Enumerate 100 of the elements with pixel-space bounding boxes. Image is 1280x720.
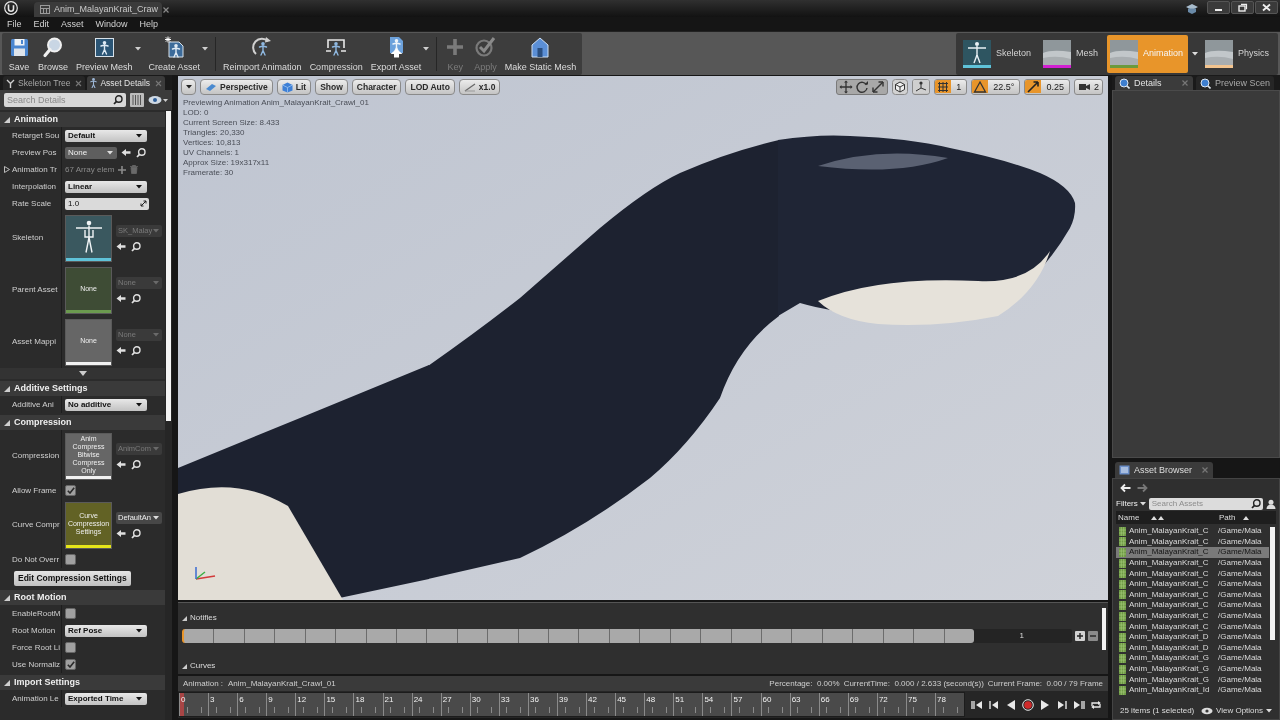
menu-item[interactable]: Edit — [27, 19, 56, 29]
filters-button[interactable]: Filters — [1116, 499, 1146, 508]
collapsed-arrow-icon[interactable] — [4, 166, 10, 173]
view-options-button[interactable]: View Options — [1201, 707, 1272, 715]
menu-item[interactable]: Help — [133, 19, 165, 29]
viewport-button[interactable]: Perspective — [200, 79, 273, 95]
scrollbar-thumb[interactable] — [166, 111, 171, 421]
plus-icon[interactable] — [1075, 631, 1085, 641]
checkbox[interactable] — [65, 608, 76, 619]
checkbox[interactable] — [65, 554, 76, 565]
dropdown[interactable]: None — [65, 146, 117, 159]
search-icon[interactable] — [131, 345, 141, 356]
scrollbar-thumb[interactable] — [1270, 527, 1275, 640]
menu-item[interactable]: Asset — [55, 19, 90, 29]
left-arrow-icon[interactable] — [116, 460, 126, 469]
track-header[interactable]: Notifies — [182, 614, 217, 622]
menu-item[interactable]: Window — [89, 19, 134, 29]
checkbox[interactable] — [65, 642, 76, 653]
loop-icon[interactable] — [1090, 698, 1102, 711]
record-icon[interactable] — [1022, 698, 1034, 711]
viewport-button[interactable]: Show — [315, 79, 348, 95]
skip-to-end-icon[interactable] — [1073, 698, 1085, 711]
left-arrow-icon[interactable] — [116, 294, 126, 303]
toolbar-button[interactable]: Compression — [305, 32, 367, 75]
asset-list-item[interactable]: Anim_MalayanKrait_G /Game/Mala — [1116, 653, 1269, 664]
move-arrows-icon[interactable] — [839, 80, 854, 94]
mode-tab[interactable]: Physics — [1202, 34, 1274, 73]
panel-tab[interactable]: Preview Scen — [1196, 76, 1274, 90]
scale-arrows-icon[interactable] — [871, 80, 886, 94]
section-header[interactable]: Compression — [0, 415, 165, 430]
playhead[interactable] — [179, 693, 184, 716]
cube-icon[interactable] — [892, 79, 909, 95]
section-header[interactable]: Animation — [0, 112, 165, 127]
play-reverse-icon[interactable] — [1005, 698, 1017, 711]
viewport-button[interactable]: Character — [351, 79, 402, 95]
tripod-icon[interactable] — [913, 80, 930, 94]
rotate-icon[interactable] — [855, 80, 870, 94]
restore-button[interactable] — [1231, 1, 1254, 14]
dropdown[interactable]: Ref Pose — [65, 624, 147, 637]
minimize-button[interactable] — [1207, 1, 1230, 14]
number-field[interactable]: 1.0 — [65, 197, 149, 210]
back-arrow-icon[interactable] — [1120, 482, 1131, 493]
close-icon[interactable] — [75, 79, 83, 87]
close-icon[interactable] — [1181, 79, 1189, 87]
columns-icon[interactable] — [130, 93, 144, 107]
checkbox[interactable] — [65, 485, 76, 496]
person-icon[interactable] — [1266, 498, 1276, 509]
toolbar-button[interactable]: Export Asset — [366, 32, 434, 75]
scrollbar-thumb[interactable] — [1102, 608, 1106, 650]
section-header[interactable]: Additive Settings — [0, 381, 165, 396]
asset-list-item[interactable]: Anim_MalayanKrait_C /Game/Mala — [1116, 600, 1269, 611]
triangle-icon[interactable] — [972, 80, 989, 94]
toolbar-button[interactable]: Save — [4, 32, 34, 75]
dropdown[interactable]: Linear — [65, 180, 147, 193]
asset-list-item[interactable]: Anim_MalayanKrait_C /Game/Mala — [1116, 568, 1269, 579]
eye-icon[interactable] — [148, 95, 168, 105]
viewport-button[interactable]: x1.0 — [458, 79, 501, 95]
asset-list-item[interactable]: Anim_MalayanKrait_C /Game/Mala — [1116, 589, 1269, 601]
property-button[interactable]: Edit Compression Settings — [14, 570, 131, 586]
toolbar-button[interactable]: Create Asset — [144, 32, 213, 75]
timeline-ruler[interactable]: 0 3 6 9 12 15 18 21 24 27 30 33 36 39 42 45 48 51 54 57 60 63 66 69 72 75 78 — [178, 692, 965, 717]
asset-list-item[interactable]: Anim_MalayanKrait_Id /Game/Mala — [1116, 684, 1269, 696]
mode-tab[interactable]: Skeleton — [959, 34, 1036, 73]
play-icon[interactable] — [1039, 698, 1051, 711]
dropdown[interactable]: Exported Time — [65, 692, 147, 705]
menu-item[interactable]: File — [1, 19, 28, 29]
track-header[interactable]: Curves — [182, 662, 216, 670]
left-arrow-icon[interactable] — [116, 346, 126, 355]
viewport-button[interactable]: Lit — [276, 79, 312, 95]
plus-icon[interactable] — [118, 165, 127, 174]
resize-arrows-icon[interactable] — [140, 200, 147, 207]
viewport-button[interactable]: LOD Auto — [405, 79, 455, 95]
search-icon[interactable] — [131, 293, 141, 304]
left-arrow-icon[interactable] — [121, 148, 131, 157]
search-icon[interactable] — [131, 459, 141, 470]
asset-list-item[interactable]: Anim_MalayanKrait_C /Game/Mala — [1116, 610, 1269, 622]
search-icon[interactable] — [136, 147, 146, 158]
column-header[interactable]: Name — [1116, 513, 1217, 522]
asset-list-item[interactable]: Anim_MalayanKrait_D /Game/Mala — [1116, 631, 1269, 643]
diagonal-arrow-icon[interactable] — [1025, 80, 1042, 94]
asset-list-item[interactable]: Anim_MalayanKrait_C /Game/Mala — [1116, 621, 1269, 632]
toolbar-button[interactable]: Make Static Mesh — [500, 32, 581, 75]
asset-list-item[interactable]: Anim_MalayanKrait_C /Game/Mala — [1116, 536, 1269, 548]
close-icon[interactable] — [1201, 466, 1209, 474]
asset-list-item[interactable]: Anim_MalayanKrait_C /Game/Mala — [1116, 557, 1269, 569]
asset-list-item[interactable]: Anim_MalayanKrait_G /Game/Mala — [1116, 674, 1269, 685]
step-back-icon[interactable] — [988, 698, 1000, 711]
left-arrow-icon[interactable] — [116, 529, 126, 538]
panel-tab[interactable]: Skeleton Tree — [3, 76, 86, 90]
asset-list-item[interactable]: Anim_MalayanKrait_C /Game/Mala — [1116, 578, 1269, 590]
dropdown[interactable]: Default — [65, 129, 147, 142]
panel-tab[interactable]: Asset Browser — [1115, 462, 1213, 478]
toolbar-button[interactable]: Browse — [34, 32, 72, 75]
skip-to-start-icon[interactable] — [971, 698, 983, 711]
forward-arrow-icon[interactable] — [1137, 482, 1148, 493]
caret-icon[interactable] — [1192, 51, 1198, 56]
section-header[interactable]: Root Motion — [0, 590, 165, 605]
asset-list-item[interactable]: Anim_MalayanKrait_G /Game/Mala — [1116, 663, 1269, 675]
left-arrow-icon[interactable] — [116, 242, 126, 251]
toolbar-button[interactable]: Preview Mesh — [72, 32, 145, 75]
